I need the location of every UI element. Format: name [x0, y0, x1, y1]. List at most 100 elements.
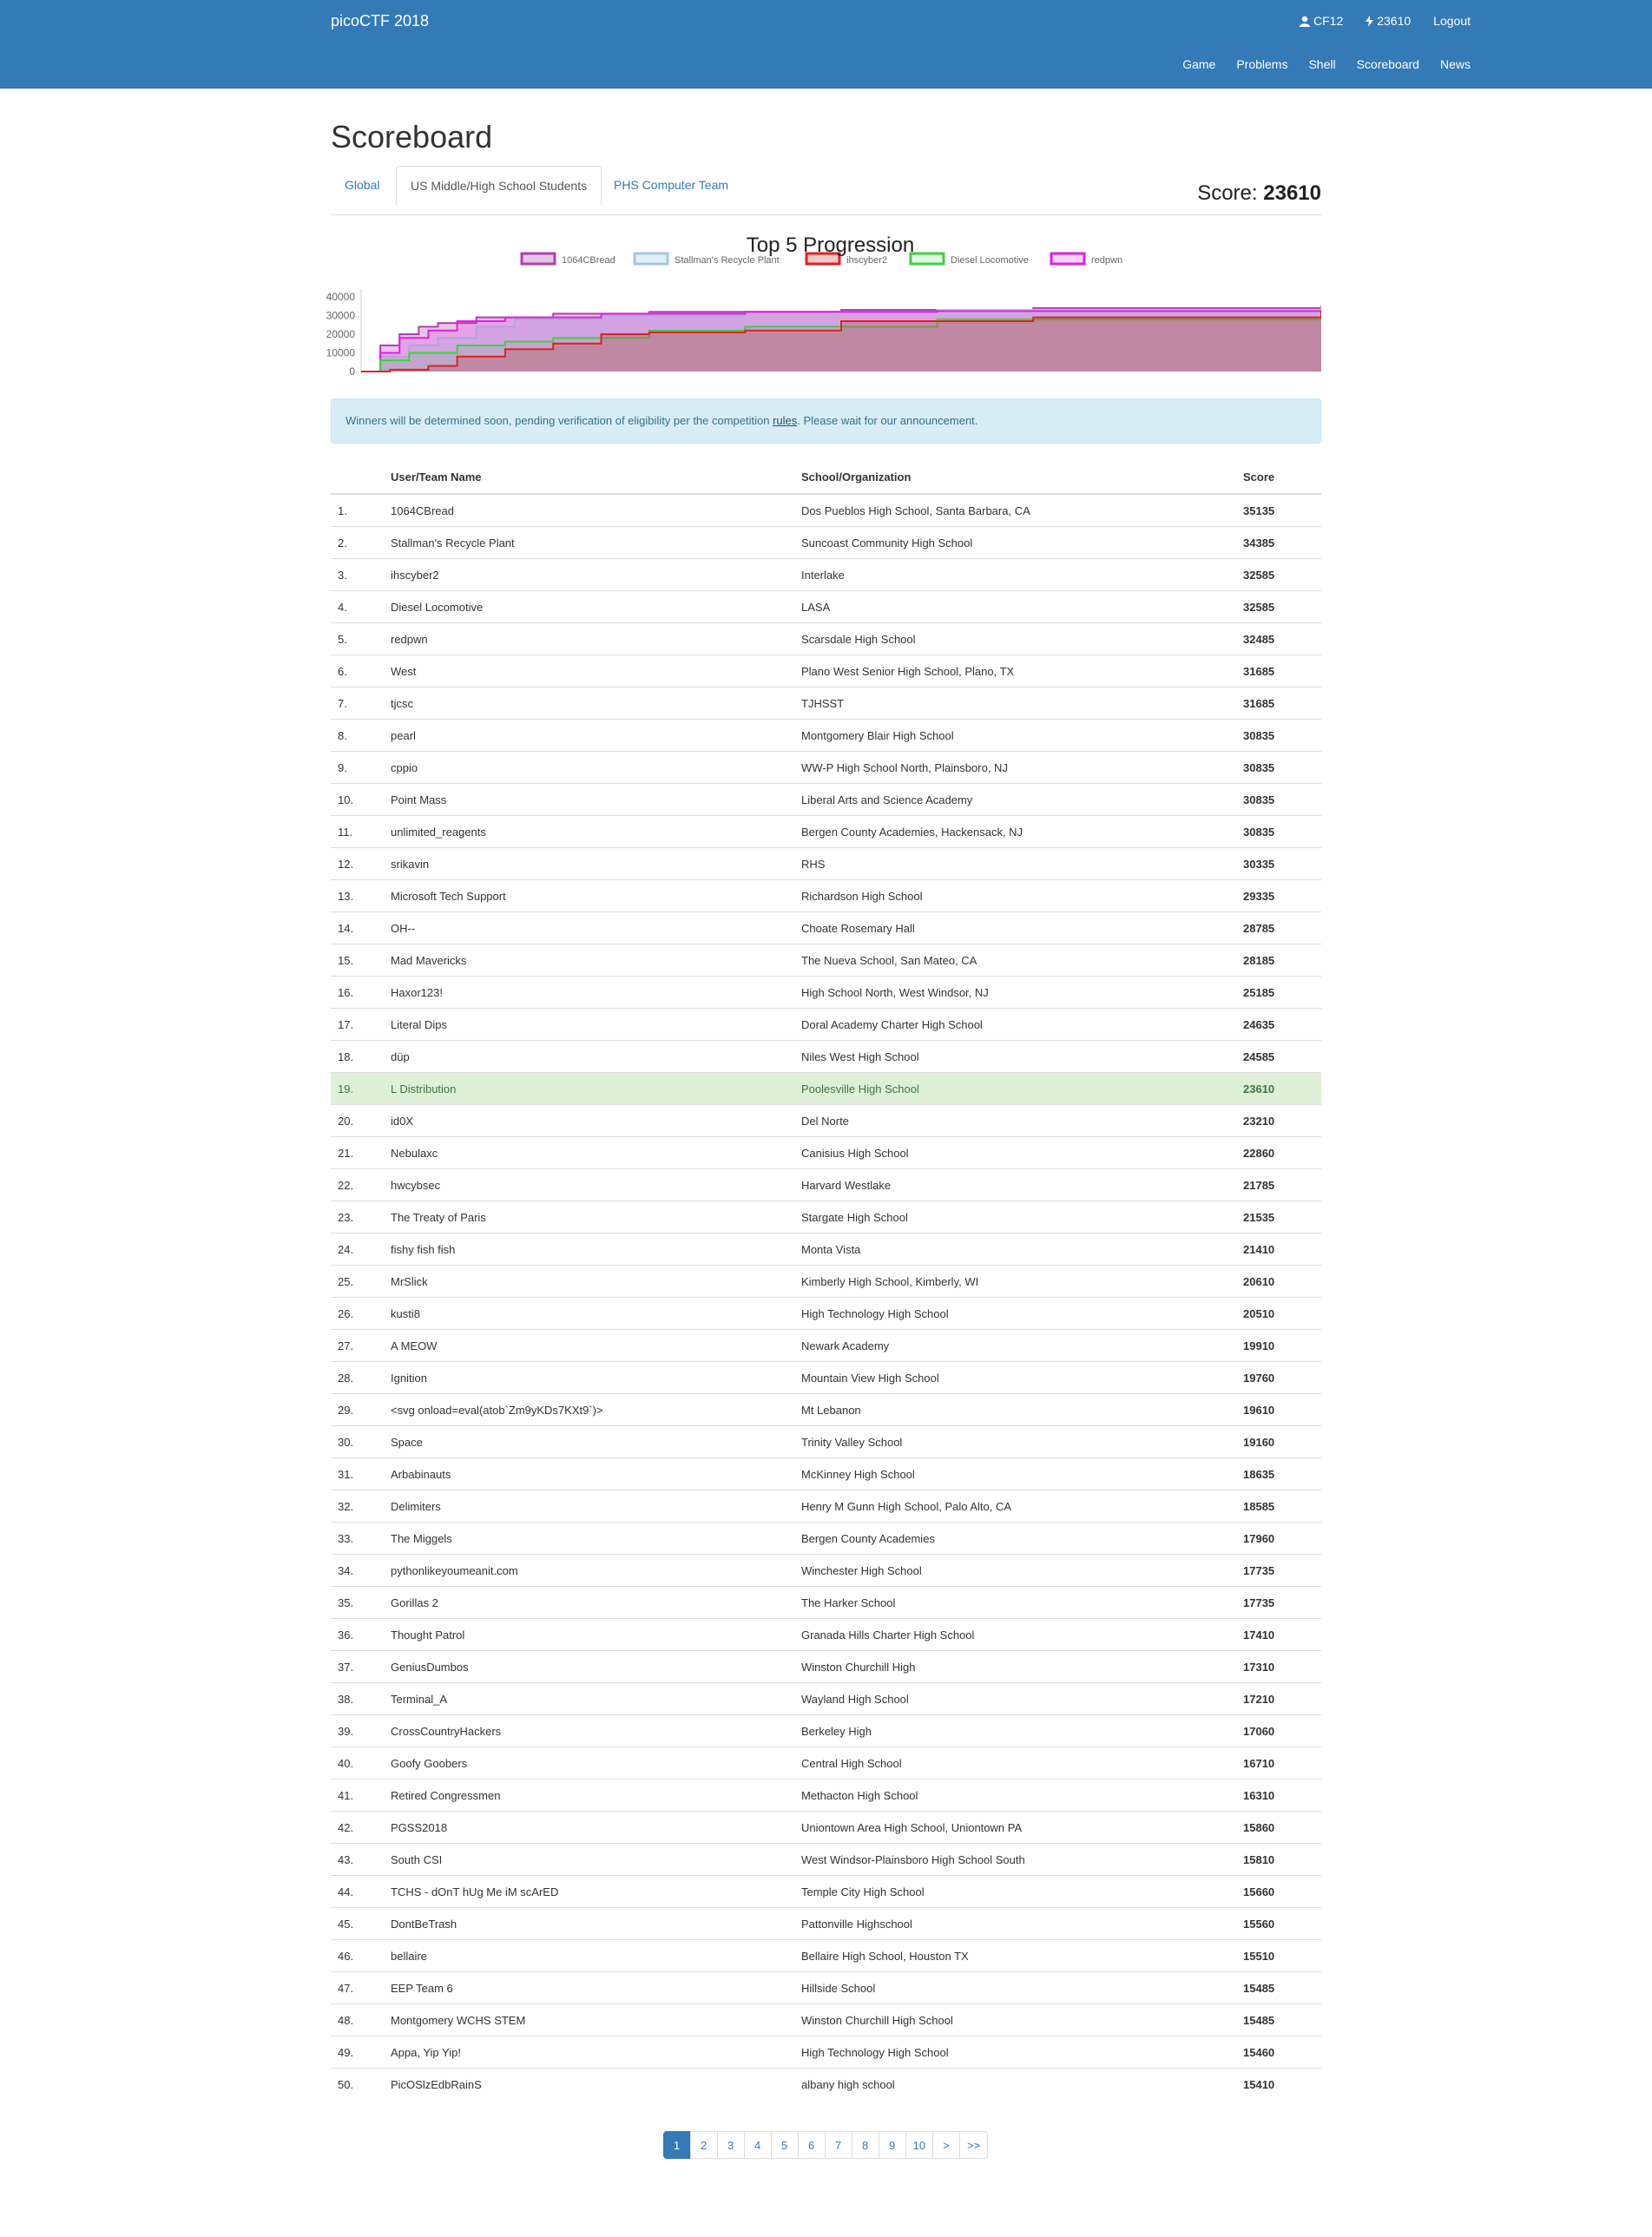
team-name-cell: OH-- [384, 911, 794, 944]
score-cell: 19760 [1236, 1361, 1321, 1394]
score-cell: 21535 [1236, 1201, 1321, 1234]
team-name-cell: L Distribution [384, 1072, 794, 1105]
score-cell: 15485 [1236, 1971, 1321, 2004]
team-name-cell: tjcsc [384, 687, 794, 720]
school-cell: McKinney High School [794, 1457, 1236, 1490]
page-link[interactable]: 8 [851, 2131, 879, 2159]
table-row: 7. tjcsc TJHSST 31685 [331, 687, 1321, 720]
score-cell: 15510 [1236, 1939, 1321, 1972]
table-row: 8. pearl Montgomery Blair High School 30835 [331, 719, 1321, 752]
logout-link[interactable]: Logout [1433, 14, 1471, 28]
school-cell: Scarsdale High School [794, 622, 1236, 655]
rank-cell: 46. [331, 1939, 384, 1972]
table-row: 30. Space Trinity Valley School 19160 [331, 1425, 1321, 1458]
rules-link[interactable]: rules [773, 414, 797, 427]
school-cell: Bergen County Academies [794, 1522, 1236, 1555]
points-link[interactable]: 23610 [1366, 14, 1411, 28]
page-link[interactable]: 3 [716, 2131, 745, 2159]
rank-cell: 14. [331, 911, 384, 944]
score-cell: 21410 [1236, 1233, 1321, 1266]
school-cell: Newark Academy [794, 1329, 1236, 1362]
table-row: 45. DontBeTrash Pattonville Highschool 1556… [331, 1907, 1321, 1940]
school-cell: Niles West High School [794, 1040, 1236, 1073]
rank-cell: 34. [331, 1554, 384, 1587]
nav-news[interactable]: News [1440, 57, 1471, 71]
team-name-cell: düp [384, 1040, 794, 1073]
school-cell: RHS [794, 847, 1236, 880]
rank-cell: 19. [331, 1072, 384, 1105]
rank-cell: 5. [331, 622, 384, 655]
table-row: 12. srikavin RHS 30335 [331, 847, 1321, 880]
team-name-cell: 1064CBread [384, 493, 794, 527]
nav-problems[interactable]: Problems [1236, 57, 1287, 71]
page-link[interactable]: 9 [878, 2131, 906, 2159]
team-name-cell: Goofy Goobers [384, 1747, 794, 1780]
score-cell: 15860 [1236, 1811, 1321, 1844]
tab-us-students[interactable]: US Middle/High School Students [396, 166, 602, 206]
nav-game[interactable]: Game [1182, 57, 1215, 71]
brand-link[interactable]: picoCTF 2018 [331, 12, 429, 30]
table-row: 9. cppio WW-P High School North, Plainsbor… [331, 751, 1321, 784]
score-cell: 17410 [1236, 1618, 1321, 1651]
table-row: 46. bellaire Bellaire High School, Houston… [331, 1939, 1321, 1972]
table-row: 39. CrossCountryHackers Berkeley High 17060 [331, 1714, 1321, 1747]
table-row: 31. Arbabinauts McKinney High School 18635 [331, 1457, 1321, 1490]
rank-cell: 32. [331, 1490, 384, 1523]
rank-cell: 17. [331, 1008, 384, 1041]
bolt-icon [1366, 15, 1374, 27]
page-link[interactable]: > [932, 2131, 961, 2159]
table-row: 48. Montgomery WCHS STEM Winston Churchill… [331, 2003, 1321, 2036]
page-link[interactable]: 10 [905, 2131, 934, 2159]
team-name-cell: fishy fish fish [384, 1233, 794, 1266]
nav-shell[interactable]: Shell [1308, 57, 1335, 71]
team-name-cell: Delimiters [384, 1490, 794, 1523]
header-team: User/Team Name [384, 461, 794, 495]
page-link[interactable]: 2 [689, 2131, 718, 2159]
school-cell: Choate Rosemary Hall [794, 911, 1236, 944]
school-cell: Berkeley High [794, 1714, 1236, 1747]
user-link[interactable]: CF12 [1300, 14, 1343, 28]
rank-cell: 43. [331, 1843, 384, 1876]
team-name-cell: Thought Patrol [384, 1618, 794, 1651]
score-cell: 17310 [1236, 1650, 1321, 1683]
score-cell: 31685 [1236, 655, 1321, 688]
page-link[interactable]: >> [959, 2131, 989, 2159]
school-cell: Temple City High School [794, 1875, 1236, 1908]
rank-cell: 44. [331, 1875, 384, 1908]
team-name-cell: GeniusDumbos [384, 1650, 794, 1683]
score-cell: 24585 [1236, 1040, 1321, 1073]
table-row: 27. A MEOW Newark Academy 19910 [331, 1329, 1321, 1362]
rank-cell: 9. [331, 751, 384, 784]
school-cell: Stargate High School [794, 1201, 1236, 1234]
team-name-cell: ihscyber2 [384, 558, 794, 591]
school-cell: Wayland High School [794, 1682, 1236, 1715]
school-cell: TJHSST [794, 687, 1236, 720]
school-cell: The Nueva School, San Mateo, CA [794, 944, 1236, 977]
score-cell: 31685 [1236, 687, 1321, 720]
page-link[interactable]: 7 [824, 2131, 852, 2159]
team-name-cell: A MEOW [384, 1329, 794, 1362]
school-cell: Poolesville High School [794, 1072, 1236, 1105]
tab-global[interactable]: Global [331, 166, 393, 204]
alert-text-before: Winners will be determined soon, pending… [346, 414, 773, 427]
school-cell: Bergen County Academies, Hackensack, NJ [794, 815, 1236, 848]
page-link[interactable]: 1 [662, 2131, 691, 2159]
nav-scoreboard[interactable]: Scoreboard [1357, 57, 1419, 71]
score-cell: 15660 [1236, 1875, 1321, 1908]
page-link[interactable]: 4 [743, 2131, 772, 2159]
score-cell: 18635 [1236, 1457, 1321, 1490]
rank-cell: 29. [331, 1393, 384, 1426]
page-link[interactable]: 5 [770, 2131, 799, 2159]
rank-cell: 22. [331, 1168, 384, 1201]
rank-cell: 30. [331, 1425, 384, 1458]
team-name-cell: Haxor123! [384, 976, 794, 1009]
school-cell: Pattonville Highschool [794, 1907, 1236, 1940]
rank-cell: 41. [331, 1779, 384, 1812]
team-name-cell: redpwn [384, 622, 794, 655]
school-cell: Granada Hills Charter High School [794, 1618, 1236, 1651]
rank-cell: 28. [331, 1361, 384, 1394]
tab-phs-computer-team[interactable]: PHS Computer Team [600, 166, 742, 204]
school-cell: Montgomery Blair High School [794, 719, 1236, 752]
page-link[interactable]: 6 [797, 2131, 826, 2159]
header-rank [331, 461, 384, 495]
